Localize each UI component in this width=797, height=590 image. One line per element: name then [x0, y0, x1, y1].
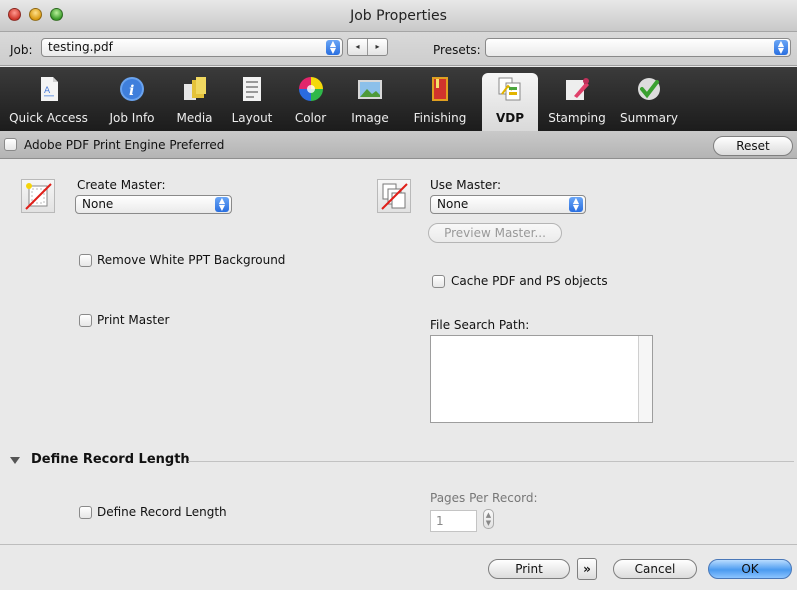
engine-row: Adobe PDF Print Engine Preferred Reset: [0, 131, 797, 159]
tab-label: Image: [351, 111, 389, 125]
print-button[interactable]: Print: [488, 559, 570, 579]
job-nav-buttons: ◂ ▸: [347, 38, 388, 56]
job-select-value: testing.pdf: [48, 40, 113, 54]
pages-per-record-input[interactable]: 1: [430, 510, 477, 532]
tab-label: Color: [294, 111, 327, 125]
define-record-length-checkbox[interactable]: [79, 506, 92, 519]
disclosure-triangle-icon[interactable]: [10, 457, 20, 464]
previous-job-button[interactable]: ◂: [348, 39, 368, 55]
cache-pdf-ps-label: Cache PDF and PS objects: [451, 274, 608, 288]
quick-access-icon: A: [40, 77, 58, 101]
use-master-label: Use Master:: [430, 178, 502, 192]
more-options-button[interactable]: »: [577, 558, 597, 580]
use-master-icon: [377, 179, 411, 213]
color-wheel-icon: [298, 77, 323, 101]
tab-layout[interactable]: Layout: [222, 67, 282, 131]
stamping-icon: [566, 78, 589, 100]
cache-pdf-ps-checkbox[interactable]: [432, 275, 445, 288]
category-toolbar: A Quick Access i Job Info Media Layout C…: [0, 67, 797, 131]
finishing-icon: [432, 77, 448, 101]
select-arrows-icon: ▲ ▼: [569, 197, 583, 212]
tab-label: Layout: [231, 111, 273, 125]
tab-job-info[interactable]: i Job Info: [97, 67, 167, 131]
tab-label: Summary: [620, 111, 678, 125]
adobe-pdf-engine-checkbox[interactable]: [4, 138, 17, 151]
select-arrows-icon: ▲ ▼: [215, 197, 229, 212]
preview-master-button[interactable]: Preview Master...: [428, 223, 562, 243]
dialog-footer: Print » Cancel OK: [0, 544, 797, 590]
create-master-value: None: [82, 197, 114, 211]
pages-per-record-label: Pages Per Record:: [430, 491, 538, 505]
presets-select[interactable]: ▲ ▼: [485, 38, 791, 57]
vdp-panel: Create Master: None ▲ ▼ Remove White PPT …: [0, 159, 797, 544]
tab-vdp[interactable]: VDP: [482, 73, 538, 131]
svg-text:i: i: [129, 83, 134, 99]
tab-summary[interactable]: Summary: [613, 67, 685, 131]
section-divider: [188, 461, 794, 462]
print-master-checkbox[interactable]: [79, 314, 92, 327]
tab-quick-access[interactable]: A Quick Access: [0, 67, 97, 131]
select-arrows-icon: ▲ ▼: [326, 40, 340, 55]
create-master-label: Create Master:: [77, 178, 166, 192]
svg-text:A: A: [44, 86, 51, 96]
job-row: Job: testing.pdf ▲ ▼ Presets: ▲ ▼: [0, 32, 797, 66]
ok-button[interactable]: OK: [708, 559, 792, 579]
info-icon: i: [120, 77, 144, 101]
tab-finishing[interactable]: Finishing: [401, 67, 479, 131]
cancel-button[interactable]: Cancel: [613, 559, 697, 579]
remove-white-ppt-checkbox[interactable]: [79, 254, 92, 267]
vdp-icon: [498, 77, 521, 101]
remove-white-ppt-label: Remove White PPT Background: [97, 253, 286, 267]
tab-label: Stamping: [548, 111, 606, 125]
select-arrows-icon: ▲ ▼: [774, 40, 788, 55]
tab-label: Media: [176, 111, 213, 125]
define-record-length-label: Define Record Length: [97, 505, 227, 519]
file-search-path-list[interactable]: [430, 335, 653, 423]
summary-checkmark-icon: [638, 78, 660, 100]
window-title: Job Properties: [350, 8, 447, 24]
pages-per-record-stepper[interactable]: ▲ ▼: [483, 509, 494, 529]
tab-label: Job Info: [109, 111, 155, 125]
presets-label: Presets:: [433, 43, 481, 57]
create-master-icon: [21, 179, 55, 213]
tab-label: Quick Access: [9, 111, 88, 125]
title-bar: Job Properties: [0, 0, 797, 32]
use-master-select[interactable]: None ▲ ▼: [430, 195, 586, 214]
reset-button[interactable]: Reset: [713, 136, 793, 156]
tab-color[interactable]: Color: [282, 67, 339, 131]
tab-label: Finishing: [413, 111, 467, 125]
layout-icon: [243, 77, 261, 101]
file-search-path-scrollbar[interactable]: [638, 336, 652, 422]
file-search-path-label: File Search Path:: [430, 318, 530, 332]
image-icon: [358, 80, 382, 99]
adobe-pdf-engine-label: Adobe PDF Print Engine Preferred: [24, 138, 225, 152]
tab-stamping[interactable]: Stamping: [541, 67, 613, 131]
use-master-value: None: [437, 197, 469, 211]
next-job-button[interactable]: ▸: [368, 39, 387, 55]
job-select[interactable]: testing.pdf ▲ ▼: [41, 38, 343, 57]
tab-image[interactable]: Image: [339, 67, 401, 131]
job-label: Job:: [10, 43, 33, 57]
define-record-length-section-title: Define Record Length: [31, 452, 190, 467]
tab-media[interactable]: Media: [167, 67, 222, 131]
tab-label: VDP: [495, 111, 525, 125]
create-master-select[interactable]: None ▲ ▼: [75, 195, 232, 214]
print-master-label: Print Master: [97, 313, 170, 327]
media-icon: [183, 77, 206, 100]
